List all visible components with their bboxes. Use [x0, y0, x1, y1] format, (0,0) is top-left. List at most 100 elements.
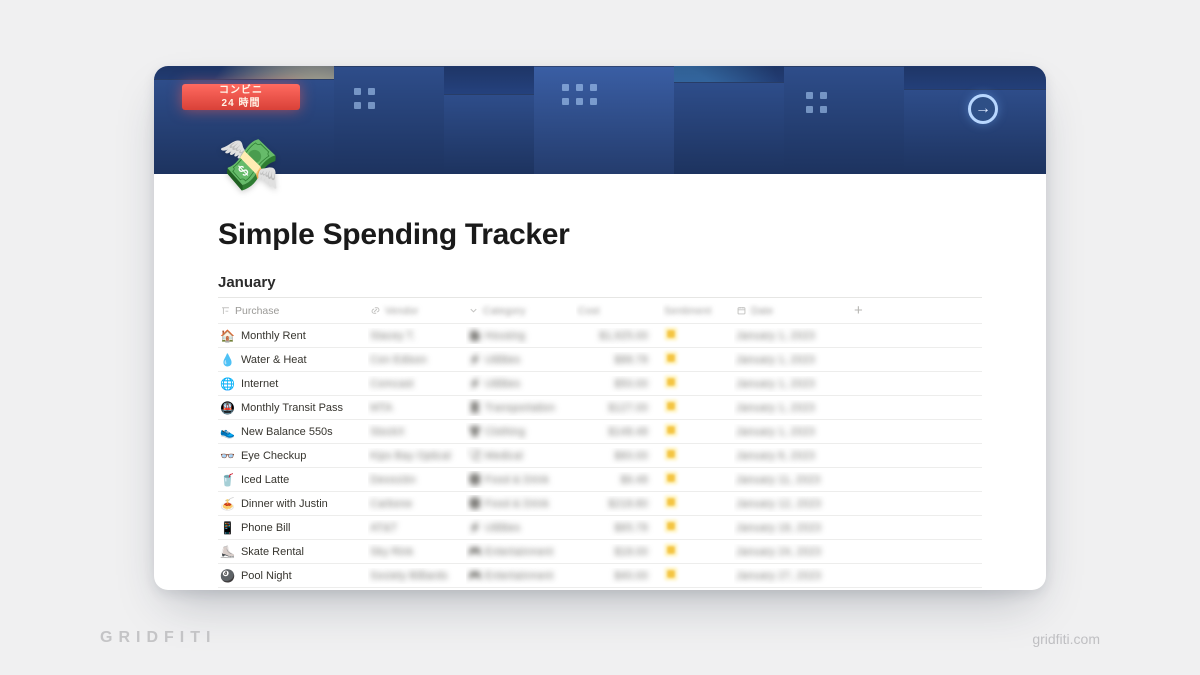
table-row[interactable]: 👓Eye CheckupKips Bay Optical🩺 Medical$60… — [218, 444, 982, 468]
column-header-date[interactable]: Date — [734, 303, 852, 319]
cell-purchase[interactable]: 👓Eye Checkup — [218, 448, 368, 464]
cell-category[interactable]: ⚡ Utilities — [466, 375, 576, 392]
sentiment-icon — [664, 351, 678, 365]
cell-cost[interactable]: $1,925.00 — [576, 328, 662, 344]
add-column-button[interactable]: + — [852, 301, 874, 320]
cell-sentiment[interactable] — [662, 421, 734, 442]
new-row-button[interactable]: + New — [218, 588, 982, 590]
cell-purchase[interactable]: ⛸️Skate Rental — [218, 544, 368, 560]
cell-sentiment[interactable] — [662, 493, 734, 514]
cell-sentiment[interactable] — [662, 517, 734, 538]
table-row[interactable]: 🥤Iced LatteDevoción🍔 Food & Drink$6.48 Ja… — [218, 468, 982, 492]
cell-cost[interactable]: $218.80 — [576, 496, 662, 512]
cell-date[interactable]: January 11, 2023 — [734, 472, 852, 488]
cell-vendor[interactable]: Carbone — [368, 496, 466, 512]
cell-date[interactable]: January 1, 2023 — [734, 400, 852, 416]
cell-vendor[interactable]: Sky Rink — [368, 544, 466, 560]
table-row[interactable]: 🚇Monthly Transit PassMTA🚆 Transportation… — [218, 396, 982, 420]
cell-date[interactable]: January 1, 2023 — [734, 328, 852, 344]
cell-purchase[interactable]: 👟New Balance 550s — [218, 424, 368, 440]
cell-category[interactable]: 🍔 Food & Drink — [466, 495, 576, 512]
table-row[interactable]: 📱Phone BillAT&T⚡ Utilities$65.78 January … — [218, 516, 982, 540]
cell-category[interactable]: 🎮 Entertainment — [466, 543, 576, 560]
cell-purchase[interactable]: 🍝Dinner with Justin — [218, 496, 368, 512]
cell-sentiment[interactable] — [662, 325, 734, 346]
cell-vendor[interactable]: Comcast — [368, 376, 466, 392]
cell-vendor[interactable]: AT&T — [368, 520, 466, 536]
cell-vendor[interactable]: Kips Bay Optical — [368, 448, 466, 464]
cell-sentiment[interactable] — [662, 349, 734, 370]
sentiment-icon — [664, 399, 678, 413]
cell-date[interactable]: January 27, 2023 — [734, 568, 852, 584]
cell-cost[interactable]: $18.00 — [576, 544, 662, 560]
table-row[interactable]: 🏠Monthly RentStacey T.🏠 Housing$1,925.00… — [218, 324, 982, 348]
table-row[interactable]: ⛸️Skate RentalSky Rink🎮 Entertainment$18… — [218, 540, 982, 564]
cell-category[interactable]: 🍔 Food & Drink — [466, 471, 576, 488]
cell-category[interactable]: 👕 Clothing — [466, 423, 576, 440]
column-header-label: Cost — [578, 305, 600, 317]
cell-category[interactable]: ⚡ Utilities — [466, 519, 576, 536]
purchase-name: Iced Latte — [241, 474, 289, 486]
purchase-name: Water & Heat — [241, 354, 307, 366]
cell-sentiment[interactable] — [662, 469, 734, 490]
cell-date[interactable]: January 18, 2023 — [734, 520, 852, 536]
column-header-vendor[interactable]: Vendor — [368, 303, 466, 319]
cell-cost[interactable]: $50.00 — [576, 376, 662, 392]
cell-vendor[interactable]: Devoción — [368, 472, 466, 488]
cover-sign-line1: コンビニ — [182, 84, 300, 97]
cell-purchase[interactable]: 🎱Pool Night — [218, 568, 368, 584]
cell-cost[interactable]: $148.48 — [576, 424, 662, 440]
brand-wordmark: GRIDFITI — [100, 629, 216, 647]
page-icon-money-wings[interactable]: 💸 — [218, 140, 280, 202]
sentiment-icon — [664, 495, 678, 509]
cell-sentiment[interactable] — [662, 373, 734, 394]
cell-date[interactable]: January 1, 2023 — [734, 352, 852, 368]
table-row[interactable]: 🍝Dinner with JustinCarbone🍔 Food & Drink… — [218, 492, 982, 516]
cell-category[interactable]: ⚡ Utilities — [466, 351, 576, 368]
column-header-label: Category — [483, 305, 526, 317]
cell-purchase[interactable]: 📱Phone Bill — [218, 520, 368, 536]
column-header-purchase[interactable]: Purchase — [218, 303, 368, 319]
table-row[interactable]: 💧Water & HeatCon Edison⚡ Utilities$88.78… — [218, 348, 982, 372]
cell-vendor[interactable]: MTA — [368, 400, 466, 416]
cell-cost[interactable]: $88.78 — [576, 352, 662, 368]
cell-sentiment[interactable] — [662, 397, 734, 418]
brand-url: gridfiti.com — [1032, 631, 1100, 647]
cell-sentiment[interactable] — [662, 541, 734, 562]
cell-cost[interactable]: $40.00 — [576, 568, 662, 584]
cell-category[interactable]: 🎮 Entertainment — [466, 567, 576, 584]
cell-purchase[interactable]: 🏠Monthly Rent — [218, 328, 368, 344]
cell-category[interactable]: 🏠 Housing — [466, 327, 576, 344]
page-title[interactable]: Simple Spending Tracker — [218, 174, 982, 252]
cell-purchase[interactable]: 🌐Internet — [218, 376, 368, 392]
cell-cost[interactable]: $127.00 — [576, 400, 662, 416]
table-row[interactable]: 👟New Balance 550sStockX👕 Clothing$148.48… — [218, 420, 982, 444]
cell-purchase[interactable]: 💧Water & Heat — [218, 352, 368, 368]
table-row[interactable]: 🌐InternetComcast⚡ Utilities$50.00 January… — [218, 372, 982, 396]
cell-sentiment[interactable] — [662, 445, 734, 466]
sentiment-icon — [664, 519, 678, 533]
cell-date[interactable]: January 8, 2023 — [734, 448, 852, 464]
cell-purchase[interactable]: 🥤Iced Latte — [218, 472, 368, 488]
column-header-cost[interactable]: Cost — [576, 303, 662, 319]
cell-purchase[interactable]: 🚇Monthly Transit Pass — [218, 400, 368, 416]
spending-table: Purchase Vendor Category Cost — [218, 297, 982, 590]
cell-category[interactable]: 🚆 Transportation — [466, 399, 576, 416]
cell-date[interactable]: January 1, 2023 — [734, 424, 852, 440]
cell-vendor[interactable]: Society Billiards — [368, 568, 466, 584]
cell-date[interactable]: January 24, 2023 — [734, 544, 852, 560]
cell-cost[interactable]: $65.78 — [576, 520, 662, 536]
column-header-category[interactable]: Category — [466, 303, 576, 319]
cell-date[interactable]: January 1, 2023 — [734, 376, 852, 392]
column-header-sentiment[interactable]: Sentiment — [662, 303, 734, 319]
table-row[interactable]: 🎱Pool NightSociety Billiards🎮 Entertainm… — [218, 564, 982, 588]
cell-date[interactable]: January 12, 2023 — [734, 496, 852, 512]
cell-vendor[interactable]: Con Edison — [368, 352, 466, 368]
cell-sentiment[interactable] — [662, 565, 734, 586]
cell-cost[interactable]: $60.00 — [576, 448, 662, 464]
cell-vendor[interactable]: StockX — [368, 424, 466, 440]
cell-cost[interactable]: $6.48 — [576, 472, 662, 488]
cell-vendor[interactable]: Stacey T. — [368, 328, 466, 344]
row-emoji-icon: 👟 — [220, 426, 235, 438]
cell-category[interactable]: 🩺 Medical — [466, 447, 576, 464]
